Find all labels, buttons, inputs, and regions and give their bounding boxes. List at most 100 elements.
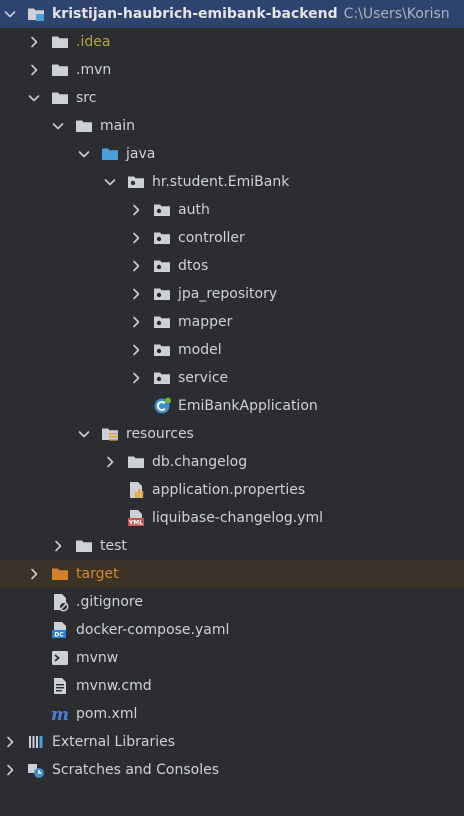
tree-item-application-properties[interactable]: application.properties [0, 476, 464, 504]
gitignore-file-icon [50, 592, 70, 612]
package-icon [152, 284, 172, 304]
tree-item-scratches-consoles[interactable]: Scratches and Consoles [0, 756, 464, 784]
root-path: C:\Users\Korisn [343, 6, 450, 22]
tree-item-auth[interactable]: auth [0, 196, 464, 224]
tree-item-label: hr.student.EmiBank [152, 174, 290, 190]
tree-item-label: dtos [178, 258, 209, 274]
tree-item-label: resources [126, 426, 194, 442]
tree-item-jpa-repository[interactable]: jpa_repository [0, 280, 464, 308]
tree-root-module[interactable]: kristijan-haubrich-emibank-backend C:\Us… [0, 0, 464, 28]
tree-item-label: pom.xml [76, 706, 138, 722]
chevron-right-icon[interactable] [128, 342, 144, 358]
tree-item-label: java [126, 146, 156, 162]
root-label: kristijan-haubrich-emibank-backend [52, 6, 338, 22]
module-folder-icon [26, 4, 46, 24]
tree-item-label: .gitignore [76, 594, 143, 610]
chevron-right-icon[interactable] [26, 62, 42, 78]
folder-icon [50, 32, 70, 52]
libraries-icon [26, 732, 46, 752]
tree-item-docker-compose[interactable]: docker-compose.yaml [0, 616, 464, 644]
chevron-right-icon[interactable] [2, 762, 18, 778]
tree-item-label: .mvn [76, 62, 112, 78]
yaml-file-icon [126, 508, 146, 528]
maven-pom-icon [50, 704, 70, 724]
chevron-down-icon[interactable] [76, 426, 92, 442]
tree-item-gitignore[interactable]: .gitignore [0, 588, 464, 616]
properties-file-icon [126, 480, 146, 500]
tree-item-label: External Libraries [52, 734, 175, 750]
tree-item-label: Scratches and Consoles [52, 762, 219, 778]
tree-item-label: .idea [76, 34, 111, 50]
chevron-right-icon[interactable] [102, 454, 118, 470]
tree-item-external-libraries[interactable]: External Libraries [0, 728, 464, 756]
folder-icon [74, 536, 94, 556]
tree-item-idea[interactable]: .idea [0, 28, 464, 56]
tree-item-dtos[interactable]: dtos [0, 252, 464, 280]
docker-compose-file-icon [50, 620, 70, 640]
tree-item-label: controller [178, 230, 245, 246]
tree-item-label: test [100, 538, 127, 554]
chevron-down-icon[interactable] [50, 118, 66, 134]
tree-item-test[interactable]: test [0, 532, 464, 560]
tree-item-label: liquibase-changelog.yml [152, 510, 323, 526]
tree-item-mvnw-cmd[interactable]: mvnw.cmd [0, 672, 464, 700]
tree-item-liquibase-changelog[interactable]: liquibase-changelog.yml [0, 504, 464, 532]
chevron-right-icon[interactable] [128, 286, 144, 302]
text-file-icon [50, 676, 70, 696]
chevron-right-icon[interactable] [50, 538, 66, 554]
tree-item-main[interactable]: main [0, 112, 464, 140]
tree-item-label: auth [178, 202, 210, 218]
tree-item-mvn[interactable]: .mvn [0, 56, 464, 84]
tree-item-label: src [76, 90, 97, 106]
tree-item-label: model [178, 342, 222, 358]
scratches-icon [26, 760, 46, 780]
tree-item-label: jpa_repository [178, 286, 278, 302]
chevron-down-icon[interactable] [26, 90, 42, 106]
excluded-folder-icon [50, 564, 70, 584]
tree-item-package-root[interactable]: hr.student.EmiBank [0, 168, 464, 196]
tree-item-pom-xml[interactable]: pom.xml [0, 700, 464, 728]
tree-item-controller[interactable]: controller [0, 224, 464, 252]
folder-icon [50, 60, 70, 80]
folder-icon [74, 116, 94, 136]
chevron-down-icon[interactable] [76, 146, 92, 162]
shell-script-icon [50, 648, 70, 668]
package-icon [152, 200, 172, 220]
tree-item-mapper[interactable]: mapper [0, 308, 464, 336]
chevron-down-icon[interactable] [2, 6, 18, 22]
chevron-down-icon[interactable] [102, 174, 118, 190]
tree-item-src[interactable]: src [0, 84, 464, 112]
source-folder-icon [100, 144, 120, 164]
chevron-right-icon[interactable] [26, 566, 42, 582]
tree-item-service[interactable]: service [0, 364, 464, 392]
tree-item-label: EmiBankApplication [178, 398, 318, 414]
chevron-right-icon[interactable] [26, 34, 42, 50]
tree-item-label: target [76, 566, 119, 582]
chevron-right-icon[interactable] [128, 202, 144, 218]
resources-folder-icon [100, 424, 120, 444]
package-icon [152, 368, 172, 388]
chevron-right-icon[interactable] [2, 734, 18, 750]
tree-item-label: mvnw [76, 650, 119, 666]
tree-item-java[interactable]: java [0, 140, 464, 168]
tree-item-model[interactable]: model [0, 336, 464, 364]
folder-icon [50, 88, 70, 108]
spring-class-icon [152, 396, 172, 416]
chevron-right-icon[interactable] [128, 258, 144, 274]
tree-item-resources[interactable]: resources [0, 420, 464, 448]
tree-item-db-changelog[interactable]: db.changelog [0, 448, 464, 476]
project-tree: kristijan-haubrich-emibank-backend C:\Us… [0, 0, 464, 816]
tree-item-label: service [178, 370, 229, 386]
chevron-right-icon[interactable] [128, 314, 144, 330]
chevron-right-icon[interactable] [128, 230, 144, 246]
folder-icon [126, 452, 146, 472]
tree-item-emibank-application[interactable]: EmiBankApplication [0, 392, 464, 420]
tree-item-label: mapper [178, 314, 233, 330]
chevron-right-icon[interactable] [128, 370, 144, 386]
tree-item-target[interactable]: target [0, 560, 464, 588]
tree-item-label: application.properties [152, 482, 306, 498]
tree-item-mvnw[interactable]: mvnw [0, 644, 464, 672]
package-icon [152, 256, 172, 276]
package-icon [152, 312, 172, 332]
package-icon [152, 340, 172, 360]
